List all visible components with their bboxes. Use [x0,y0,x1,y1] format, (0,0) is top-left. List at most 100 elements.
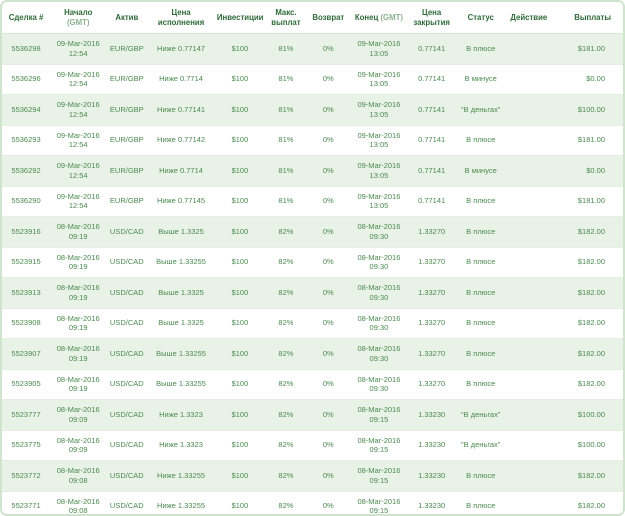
cell-status: В плюсе [455,308,507,339]
cell-end-time-subvalue: 09:15 [369,414,389,424]
cell-status-value: В плюсе [466,257,496,267]
cell-asset-value: EUR/GBP [109,165,144,175]
cell-end-time: 08-Mar-2016 09:30 [349,277,409,309]
cell-payout: $182.00 [551,247,623,278]
column-header-end[interactable]: Конец (GMT) [349,2,409,34]
table-row[interactable]: 5536298 09-Mar-2016 12:54 EUR/GBP Ниже 0.771… [2,33,623,65]
table-row[interactable]: 5523907 08-Mar-2016 09:19 USD/CAD Выше 1.332… [2,338,623,370]
cell-end-time-value: 08-Mar-2016 [357,222,401,231]
cell-refund-percent: 0% [306,399,350,431]
table-row[interactable]: 5523913 08-Mar-2016 09:19 USD/CAD Выше 1.332… [2,277,623,309]
cell-strike-price-value: Выше 1.33255 [156,348,206,358]
cell-trade-id: 5523772 [2,460,51,492]
cell-end-time-subvalue: 09:30 [369,384,389,394]
cell-trade-id-value: 5536296 [11,74,41,84]
cell-asset-value: USD/CAD [109,409,144,419]
table-row[interactable]: 5536292 09-Mar-2016 12:54 EUR/GBP Ниже 0.771… [2,155,623,187]
table-row[interactable]: 5536293 09-Mar-2016 12:54 EUR/GBP Ниже 0.771… [2,125,623,156]
cell-end-time-subvalue: 09:15 [369,445,389,455]
column-header-trade-id-label: Сделка # [8,12,44,22]
table-row[interactable]: 5523916 08-Mar-2016 09:19 USD/CAD Выше 1.332… [2,216,623,248]
cell-start-time: 09-Mar-2016 12:54 [50,94,107,126]
cell-strike-price: Ниже 0.7714 [147,64,215,95]
cell-close-price-value: 1.33270 [418,379,446,389]
column-header-asset[interactable]: Актив [106,2,148,34]
cell-end-time: 08-Mar-2016 09:15 [349,491,409,514]
cell-end-time-value: 08-Mar-2016 [357,313,401,323]
cell-status: В минусе [455,64,507,95]
table-row[interactable]: 5536290 09-Mar-2016 12:54 EUR/GBP Ниже 0.771… [2,186,623,217]
cell-trade-id-value: 5523913 [11,287,41,297]
cell-status: "В деньгах" [455,94,507,126]
table-row[interactable]: 5536296 09-Mar-2016 12:54 EUR/GBP Ниже 0.771… [2,64,623,95]
cell-refund-percent-value: 0% [322,318,334,328]
cell-max-payout-percent: 82% [265,247,307,278]
table-row[interactable]: 5523908 08-Mar-2016 09:19 USD/CAD Выше 1.332… [2,308,623,339]
cell-start-time: 08-Mar-2016 09:08 [50,491,107,516]
table-row[interactable]: 5523772 08-Mar-2016 09:08 USD/CAD Ниже 1.332… [2,460,623,492]
column-header-start[interactable]: Начало (GMT) [50,2,107,34]
cell-max-payout-percent: 81% [265,94,307,126]
cell-investment: $100 [214,247,265,278]
cell-max-payout-percent: 82% [265,399,307,431]
cell-refund-percent: 0% [306,308,350,339]
column-header-max-payout-label: Макс. [275,8,297,17]
cell-trade-id: 5523907 [2,338,51,370]
cell-asset: USD/CAD [106,247,148,278]
cell-status-value: В плюсе [466,43,496,53]
column-header-status[interactable]: Статус [455,2,507,34]
trade-history-panel: Сделка # Начало (GMT) Актив Цена исполне… [0,0,625,516]
cell-investment: $100 [214,277,265,309]
cell-start-time-subvalue: 09:08 [68,506,88,516]
cell-close-price-value: 1.33230 [418,440,446,450]
table-row[interactable]: 5523771 08-Mar-2016 09:08 USD/CAD Ниже 1.332… [2,491,623,516]
cell-status-value: В плюсе [466,196,496,206]
cell-asset: USD/CAD [106,460,148,492]
column-header-refund[interactable]: Возврат [306,2,350,34]
cell-max-payout-percent-value: 81% [278,43,294,53]
cell-asset-value: USD/CAD [109,348,144,358]
column-header-strike[interactable]: Цена исполнения [147,2,215,34]
cell-investment: $100 [214,430,265,461]
column-header-close-price[interactable]: Цена закрытия [408,2,456,34]
cell-start-time-subvalue: 09:19 [68,384,88,394]
table-row[interactable]: 5523915 08-Mar-2016 09:19 USD/CAD Выше 1.332… [2,247,623,278]
cell-refund-percent-value: 0% [322,501,334,511]
cell-status-value: В плюсе [466,135,496,145]
cell-start-time-value: 08-Mar-2016 [56,405,100,414]
cell-end-time-subvalue: 09:15 [369,475,389,485]
column-header-trade-id[interactable]: Сделка # [2,2,51,34]
column-header-asset-label: Актив [115,12,139,22]
cell-investment: $100 [214,64,265,95]
cell-close-price-value: 1.33230 [418,409,446,419]
column-header-action[interactable]: Действие [506,2,552,34]
cell-close-price-value: 1.33270 [418,287,446,297]
cell-close-price: 1.33270 [408,247,456,278]
cell-start-time-value: 08-Mar-2016 [56,344,100,353]
table-row[interactable]: 5523905 08-Mar-2016 09:19 USD/CAD Выше 1.332… [2,369,623,400]
table-row[interactable]: 5523777 08-Mar-2016 09:09 USD/CAD Ниже 1.332… [2,399,623,431]
table-row[interactable]: 5523775 08-Mar-2016 09:09 USD/CAD Ниже 1.332… [2,430,623,461]
cell-end-time-value: 08-Mar-2016 [357,374,401,384]
cell-trade-id-value: 5523907 [11,348,41,358]
table-row[interactable]: 5536294 09-Mar-2016 12:54 EUR/GBP Ниже 0.771… [2,94,623,126]
cell-status-value: "В деньгах" [460,440,501,450]
column-header-investment[interactable]: Инвестиции [214,2,265,34]
cell-asset: USD/CAD [106,369,148,400]
column-header-action-label: Действие [510,12,548,22]
cell-strike-price: Ниже 1.3323 [147,399,215,431]
column-header-start-gmt: (GMT) [66,17,90,27]
cell-trade-id-value: 5523905 [11,379,41,389]
cell-refund-percent: 0% [306,369,350,400]
cell-strike-price: Ниже 0.7714 [147,155,215,187]
cell-close-price-value: 1.33270 [418,226,446,236]
cell-start-time-value: 09-Mar-2016 [56,161,100,170]
cell-close-price: 1.33230 [408,430,456,461]
cell-end-time: 09-Mar-2016 13:05 [349,94,409,126]
cell-strike-price-value: Выше 1.3325 [158,226,204,236]
cell-refund-percent-value: 0% [322,470,334,480]
column-header-max-payout[interactable]: Макс. выплат [265,2,307,34]
cell-close-price: 0.77141 [408,64,456,95]
cell-max-payout-percent: 82% [265,277,307,309]
column-header-payout[interactable]: Выплаты [551,2,623,34]
